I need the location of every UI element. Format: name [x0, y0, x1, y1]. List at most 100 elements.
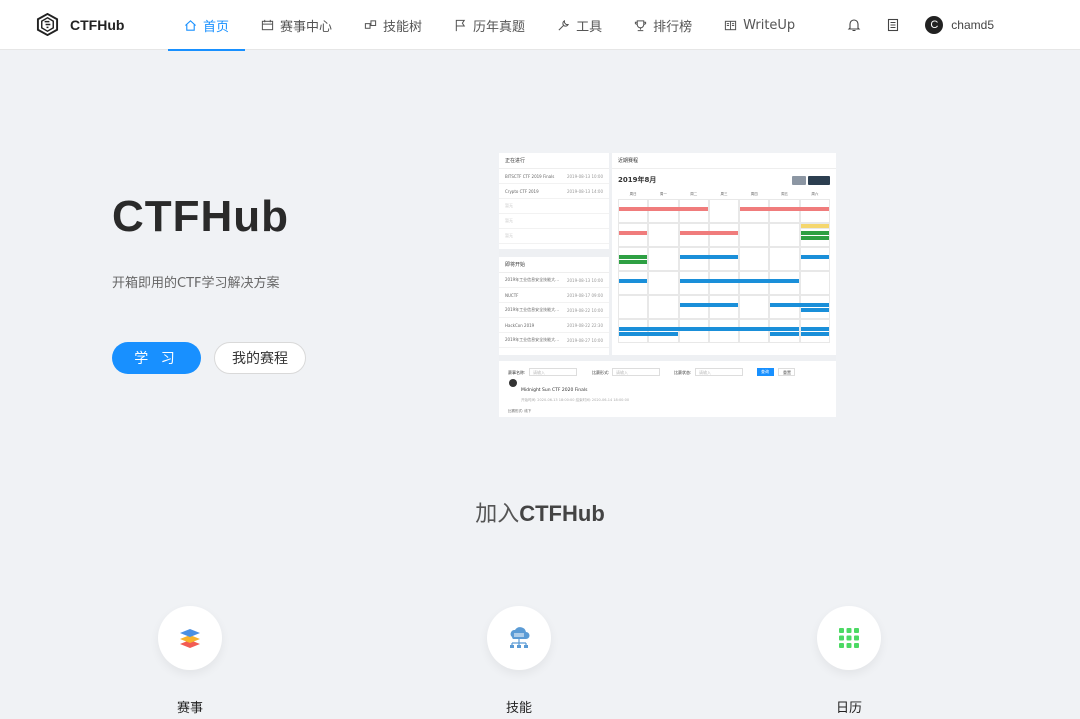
preview-ongoing-title: 正在进行 — [499, 153, 609, 169]
preview-calendar-grid: 周日 周一 周二 周三 周四 周五 周六 — [618, 191, 830, 349]
preview-calendar-weekday: 周二 — [690, 192, 698, 196]
preview-calendar-day — [618, 271, 649, 295]
join-brand: CTFHub — [519, 501, 605, 526]
nav-item-writeup[interactable]: WriteUp — [708, 0, 811, 50]
learn-button[interactable]: 学 习 — [112, 342, 201, 374]
preview-filter-label: 比赛形式: — [592, 370, 610, 375]
preview-calendar-day — [708, 319, 740, 343]
preview-filter-label: 比赛状态: — [674, 370, 692, 375]
main-menu: 首页 赛事中心 技能树 历年真题 工具 排行榜 WriteUp — [168, 0, 811, 51]
preview-list-item: 2019年工业信息安全技能大... 2019-08-13 10:00 — [499, 273, 609, 288]
bell-icon[interactable] — [847, 18, 861, 32]
feature-skills-circle[interactable] — [487, 606, 551, 670]
feature-label: 技能 — [505, 701, 532, 716]
preview-calendar-event — [800, 236, 829, 240]
tool-icon — [558, 19, 570, 31]
feature-events-circle[interactable] — [158, 606, 222, 670]
preview-calendar-event — [770, 332, 799, 336]
nav-item-label: 排行榜 — [653, 19, 693, 35]
calendar-icon — [261, 19, 274, 30]
preview-calendar-day — [799, 295, 830, 319]
my-schedule-button[interactable]: 我的赛程 — [214, 342, 306, 374]
preview-calendar-day — [618, 295, 649, 319]
preview-calendar-day — [648, 223, 679, 247]
feature-calendar[interactable]: 日历 — [817, 606, 881, 716]
feature-calendar-circle[interactable] — [817, 606, 881, 670]
nav-item-skills[interactable]: 技能树 — [348, 0, 438, 50]
nav-item-label: 历年真题 — [473, 19, 526, 35]
preview-calendar-buttons — [790, 176, 830, 185]
nav-item-label: 工具 — [576, 19, 603, 35]
preview-filter-input: 请输入 — [529, 368, 577, 376]
preview-calendar-day — [708, 199, 740, 223]
preview-calendar-day — [769, 295, 800, 319]
skill-tree-icon — [364, 19, 377, 29]
preview-ongoing-card: 正在进行 BITSCTF CTF 2019 Finals 2019-08-13 1… — [499, 153, 609, 249]
preview-calendar-day — [708, 271, 740, 295]
preview-event-format: 比赛形式: 线下 — [508, 409, 532, 413]
preview-search-button: 查询 — [757, 368, 774, 376]
preview-calendar-event — [679, 279, 799, 283]
nav-item-label: 技能树 — [383, 19, 423, 35]
preview-calendar-day — [799, 247, 830, 271]
preview-calendar-day — [799, 319, 830, 343]
avatar[interactable]: C — [925, 16, 944, 34]
preview-calendar-day — [769, 223, 800, 247]
feature-label: 赛事 — [176, 701, 203, 716]
preview-calendar-today — [799, 223, 830, 229]
cloud-network-icon — [510, 627, 530, 648]
preview-calendar-day — [708, 223, 740, 247]
feature-events[interactable]: 赛事 — [158, 606, 222, 716]
preview-calendar-day — [678, 223, 709, 247]
document-icon[interactable] — [886, 18, 900, 32]
brand[interactable]: CTFHub — [36, 13, 124, 36]
preview-calendar-day — [799, 199, 830, 223]
preview-calendar-day — [739, 319, 770, 343]
preview-calendar-day — [739, 199, 770, 223]
preview-calendar-event — [679, 255, 739, 259]
home-icon — [185, 19, 196, 31]
preview-calendar-month: 2019年8月 — [618, 176, 657, 184]
layers-icon — [180, 629, 200, 648]
feature-skills[interactable]: 技能 — [487, 606, 551, 716]
brand-name: CTFHub — [70, 16, 125, 33]
username[interactable]: chamd5 — [951, 18, 994, 32]
preview-calendar-day — [648, 295, 679, 319]
preview-calendar-day — [618, 223, 649, 247]
preview-calendar-event — [619, 260, 648, 264]
hero-title: CTFHub — [112, 192, 290, 241]
preview-calendar-day — [708, 295, 740, 319]
preview-calendar-event — [679, 231, 739, 235]
preview-list-item: Crypto CTF 2019 2019-08-13 14:00 — [499, 184, 609, 199]
preview-list-item: 2019年工业信息安全技能大... 2019-08-27 10:00 — [499, 333, 609, 348]
preview-calendar-day — [769, 247, 800, 271]
join-heading: 加入CTFHub — [0, 496, 1080, 528]
preview-calendar-day — [618, 319, 649, 343]
ctfhub-logo-icon — [36, 13, 59, 36]
preview-upcoming-card: 即将开始 2019年工业信息安全技能大... 2019-08-13 10:00 N… — [499, 257, 609, 355]
preview-calendar-event — [740, 207, 829, 211]
nav-item-events[interactable]: 赛事中心 — [245, 0, 348, 50]
top-nav: CTFHub 首页 赛事中心 技能树 历年真题 工具 排行榜 WriteUp C… — [0, 0, 1080, 51]
preview-calendar-day — [708, 247, 740, 271]
nav-item-leaderboard[interactable]: 排行榜 — [618, 0, 708, 50]
nav-item-home[interactable]: 首页 — [168, 0, 246, 51]
preview-calendar-day — [739, 295, 770, 319]
preview-calendar-event — [619, 279, 648, 283]
preview-calendar-weekday: 周三 — [720, 192, 728, 196]
preview-calendar-event — [619, 231, 648, 235]
preview-calendar-day — [678, 319, 709, 343]
preview-calendar-event — [619, 332, 678, 336]
nav-item-tools[interactable]: 工具 — [541, 0, 618, 50]
preview-calendar-day — [648, 247, 679, 271]
preview-filter-input: 请输入 — [695, 368, 743, 376]
preview-calendar-day — [678, 295, 709, 319]
preview-calendar-event — [800, 327, 829, 331]
nav-item-past-problems[interactable]: 历年真题 — [438, 0, 541, 50]
nav-item-label: 首页 — [203, 19, 230, 35]
preview-filter-input: 请输入 — [612, 368, 660, 376]
preview-list-item: 暂无 — [499, 229, 609, 244]
preview-filter-label: 赛事名称: — [508, 370, 526, 375]
preview-calendar-header: 近期赛程 — [612, 153, 836, 169]
nav-item-label: 赛事中心 — [280, 19, 333, 35]
